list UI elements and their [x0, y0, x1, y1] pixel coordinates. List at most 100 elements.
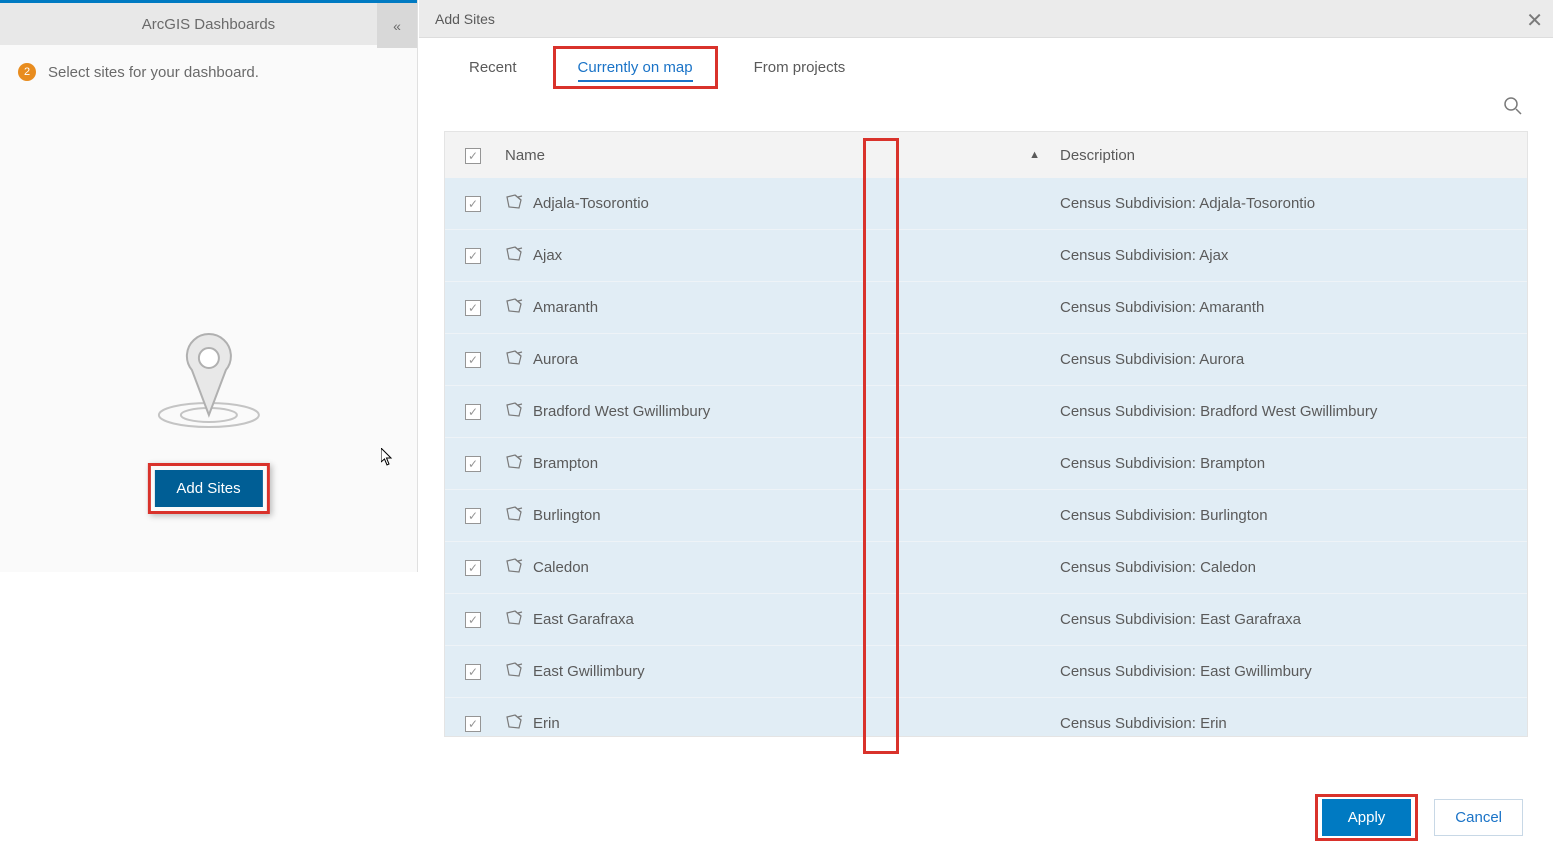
polygon-icon	[505, 506, 533, 526]
table-row[interactable]: ✓East GarafraxaCensus Subdivision: East …	[445, 594, 1527, 646]
map-pin-icon	[154, 330, 264, 430]
dialog-footer: Apply Cancel	[1315, 794, 1523, 841]
row-checkbox[interactable]: ✓	[465, 300, 481, 316]
dialog-tabs: Recent Currently on map From projects	[419, 38, 1553, 96]
tab-from-projects[interactable]: From projects	[754, 55, 846, 80]
table-row[interactable]: ✓ Adjala-TosorontioCensus Subdivision: Ad…	[445, 178, 1527, 230]
step-instruction: Select sites for your dashboard.	[48, 64, 259, 81]
row-checkbox[interactable]: ✓	[465, 196, 481, 212]
table-row[interactable]: ✓ AuroraCensus Subdivision: Aurora	[445, 334, 1527, 386]
column-name-label: Name	[505, 147, 545, 164]
dialog-title: Add Sites	[435, 11, 495, 27]
row-checkbox-cell: ✓	[465, 195, 505, 212]
wizard-title: ArcGIS Dashboards	[142, 16, 275, 33]
row-checkbox[interactable]: ✓	[465, 612, 481, 628]
site-description: Census Subdivision: East Garafraxa	[1060, 611, 1527, 628]
site-name: Brampton	[533, 455, 1060, 472]
row-checkbox-cell: ✓	[465, 715, 505, 732]
site-description: Census Subdivision: Burlington	[1060, 507, 1527, 524]
row-checkbox[interactable]: ✓	[465, 560, 481, 576]
row-checkbox-cell: ✓	[465, 403, 505, 420]
row-checkbox-cell: ✓	[465, 611, 505, 628]
tab-currently-on-map[interactable]: Currently on map	[578, 55, 693, 82]
site-name: Adjala-Tosorontio	[533, 195, 1060, 212]
site-description: Census Subdivision: Bradford West Gwilli…	[1060, 403, 1527, 420]
row-checkbox[interactable]: ✓	[465, 456, 481, 472]
site-description: Census Subdivision: Adjala-Tosorontio	[1060, 195, 1527, 212]
sort-asc-icon: ▲	[1029, 149, 1040, 161]
wizard-panel: ArcGIS Dashboards « 2 Select sites for y…	[0, 0, 418, 572]
polygon-icon	[505, 714, 533, 734]
empty-state: Add Sites	[147, 330, 269, 514]
row-checkbox[interactable]: ✓	[465, 664, 481, 680]
polygon-icon	[505, 662, 533, 682]
column-header-description[interactable]: Description	[1060, 147, 1527, 164]
site-description: Census Subdivision: Amaranth	[1060, 299, 1527, 316]
site-description: Census Subdivision: East Gwillimbury	[1060, 663, 1527, 680]
table-row[interactable]: ✓ AjaxCensus Subdivision: Ajax	[445, 230, 1527, 282]
site-description: Census Subdivision: Aurora	[1060, 351, 1527, 368]
table-row[interactable]: ✓ AmaranthCensus Subdivision: Amaranth	[445, 282, 1527, 334]
annotation-highlight: Apply	[1315, 794, 1419, 841]
table-row[interactable]: ✓ BurlingtonCensus Subdivision: Burlingto…	[445, 490, 1527, 542]
chevron-left-double-icon: «	[393, 18, 401, 34]
site-name: Amaranth	[533, 299, 1060, 316]
add-sites-button[interactable]: Add Sites	[154, 470, 262, 507]
table-row[interactable]: ✓ Bradford West GwillimburyCensus Subdivi…	[445, 386, 1527, 438]
tab-recent[interactable]: Recent	[469, 55, 517, 80]
sites-table: ✓ Name ▲ Description ✓Adjala-TosorontioC…	[444, 131, 1528, 737]
row-checkbox-cell: ✓	[465, 247, 505, 264]
polygon-icon	[505, 350, 533, 370]
table-body[interactable]: ✓ Adjala-TosorontioCensus Subdivision: Ad…	[445, 178, 1527, 736]
site-description: Census Subdivision: Erin	[1060, 715, 1527, 732]
select-all-cell: ✓	[465, 147, 505, 164]
search-icon[interactable]	[1503, 96, 1523, 122]
wizard-step-row: 2 Select sites for your dashboard.	[0, 45, 417, 99]
table-row[interactable]: ✓ ErinCensus Subdivision: Erin	[445, 698, 1527, 736]
table-header-row: ✓ Name ▲ Description	[445, 132, 1527, 178]
polygon-icon	[505, 610, 533, 630]
site-name: Burlington	[533, 507, 1060, 524]
row-checkbox-cell: ✓	[465, 299, 505, 316]
add-sites-dialog: Add Sites ✕ Recent Currently on map From…	[419, 0, 1553, 861]
row-checkbox[interactable]: ✓	[465, 404, 481, 420]
site-name: Erin	[533, 715, 1060, 732]
row-checkbox-cell: ✓	[465, 507, 505, 524]
column-desc-label: Description	[1060, 147, 1135, 164]
row-checkbox[interactable]: ✓	[465, 352, 481, 368]
row-checkbox[interactable]: ✓	[465, 716, 481, 732]
annotation-highlight: Currently on map	[553, 46, 718, 89]
step-number-badge: 2	[18, 63, 36, 81]
row-checkbox-cell: ✓	[465, 455, 505, 472]
polygon-icon	[505, 558, 533, 578]
site-name: Bradford West Gwillimbury	[533, 403, 1060, 420]
search-bar	[419, 96, 1553, 131]
polygon-icon	[505, 454, 533, 474]
dialog-header: Add Sites ✕	[419, 0, 1553, 38]
table-row[interactable]: ✓East GwillimburyCensus Subdivision: Eas…	[445, 646, 1527, 698]
site-description: Census Subdivision: Ajax	[1060, 247, 1527, 264]
collapse-panel-button[interactable]: «	[377, 3, 417, 48]
table-row[interactable]: ✓CaledonCensus Subdivision: Caledon	[445, 542, 1527, 594]
polygon-icon	[505, 298, 533, 318]
table-row[interactable]: ✓ BramptonCensus Subdivision: Brampton	[445, 438, 1527, 490]
site-description: Census Subdivision: Caledon	[1060, 559, 1527, 576]
close-icon[interactable]: ✕	[1526, 8, 1543, 33]
select-all-checkbox[interactable]: ✓	[465, 148, 481, 164]
site-name: Aurora	[533, 351, 1060, 368]
apply-button[interactable]: Apply	[1322, 799, 1412, 836]
column-header-name[interactable]: Name ▲	[505, 147, 1060, 164]
site-name: Ajax	[533, 247, 1060, 264]
wizard-header: ArcGIS Dashboards «	[0, 0, 417, 45]
row-checkbox-cell: ✓	[465, 559, 505, 576]
row-checkbox[interactable]: ✓	[465, 508, 481, 524]
row-checkbox-cell: ✓	[465, 351, 505, 368]
row-checkbox[interactable]: ✓	[465, 248, 481, 264]
polygon-icon	[505, 246, 533, 266]
row-checkbox-cell: ✓	[465, 663, 505, 680]
site-description: Census Subdivision: Brampton	[1060, 455, 1527, 472]
polygon-icon	[505, 194, 533, 214]
annotation-highlight: Add Sites	[147, 463, 269, 514]
polygon-icon	[505, 402, 533, 422]
cancel-button[interactable]: Cancel	[1434, 799, 1523, 836]
